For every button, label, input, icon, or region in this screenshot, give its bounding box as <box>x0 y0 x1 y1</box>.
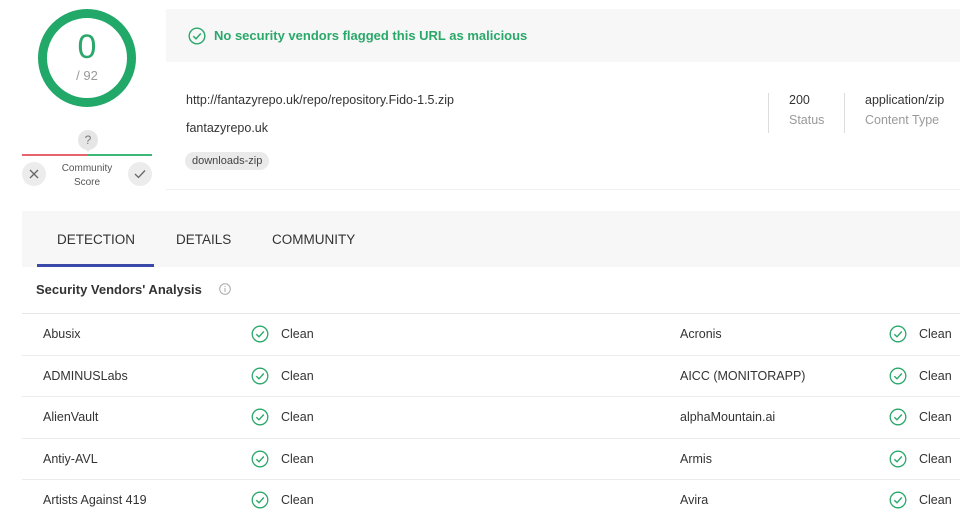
badge-pointer <box>84 147 92 152</box>
community-score-label: Community Score <box>52 162 122 190</box>
check-circle-icon <box>251 408 269 426</box>
table-row: Abusix Clean Acronis Clean <box>22 313 960 355</box>
vendor-result: Clean <box>251 408 314 426</box>
content-type: application/zip Content Type <box>844 93 954 133</box>
result-label: Clean <box>281 493 314 507</box>
check-circle-icon <box>889 491 907 509</box>
check-circle-icon <box>251 325 269 343</box>
community-label-line1: Community <box>61 163 113 174</box>
check-circle-icon <box>889 367 907 384</box>
vendor-name: Antiy-AVL <box>43 451 98 466</box>
vendor-result: Clean <box>889 367 952 385</box>
report-tabs: DETECTION DETAILS COMMUNITY <box>22 211 960 267</box>
vendor-name: AlienVault <box>43 410 99 424</box>
vote-harmless-button[interactable] <box>128 162 152 186</box>
check-circle-icon <box>889 325 907 343</box>
vendor-result: Clean <box>889 450 952 468</box>
vendor-name: Avira <box>680 493 709 507</box>
check-circle-icon <box>251 450 269 467</box>
check-circle-icon <box>251 491 269 509</box>
community-score-bar <box>22 154 152 156</box>
http-status: 200 Status <box>768 93 842 133</box>
vendor-name: ADMINUSLabs <box>43 368 128 383</box>
community-bar-positive <box>87 154 152 156</box>
table-row: Antiy-AVL Clean Armis Clean <box>22 437 960 480</box>
table-row: ADMINUSLabs Clean AICC (MONITORAPP) Clea… <box>22 354 960 397</box>
tab-detection[interactable]: DETECTION <box>22 211 176 267</box>
vendors-table: Abusix Clean Acronis Clean ADMINUSLabs C… <box>22 313 960 520</box>
table-row: Artists Against 419 Clean Avira Clean <box>22 479 960 520</box>
verdict-banner: No security vendors flagged this URL as … <box>166 9 960 62</box>
result-label: Clean <box>281 410 314 424</box>
result-label: Clean <box>281 368 314 383</box>
status-value: 200 <box>789 93 810 107</box>
vendor-result: Clean <box>251 450 314 468</box>
content-type-label: Content Type <box>865 113 940 127</box>
result-label: Clean <box>919 327 952 341</box>
detection-count: 0 <box>77 27 97 66</box>
tag-badge[interactable]: downloads-zip <box>185 152 270 170</box>
result-label: Clean <box>919 410 952 424</box>
vendor-result: Clean <box>889 491 952 509</box>
result-label: Clean <box>919 451 952 466</box>
check-circle-icon <box>889 450 907 467</box>
vendor-name: Artists Against 419 <box>43 493 147 507</box>
vendor-result: Clean <box>251 367 314 385</box>
result-label: Clean <box>919 368 952 383</box>
tab-details[interactable]: DETAILS <box>176 211 272 267</box>
close-icon <box>29 169 39 179</box>
community-score: ? Community Score <box>22 128 152 190</box>
table-row: AlienVault Clean alphaMountain.ai Clean <box>22 396 960 438</box>
community-bar-negative <box>22 154 87 156</box>
verdict-text: No security vendors flagged this URL as … <box>214 28 528 43</box>
url-info-panel: http://fantazyrepo.uk/repo/repository.Fi… <box>166 62 960 190</box>
vendor-name: Acronis <box>680 327 722 341</box>
community-label-line2: Score <box>73 177 101 188</box>
vendor-result: Clean <box>889 325 952 343</box>
check-circle-icon <box>251 367 269 384</box>
vote-malicious-button[interactable] <box>22 162 46 186</box>
vendor-result: Clean <box>889 408 952 426</box>
result-label: Clean <box>281 327 314 341</box>
vendor-result: Clean <box>251 491 314 509</box>
section-title: Security Vendors' Analysis <box>36 282 202 297</box>
vendor-name: AICC (MONITORAPP) <box>680 368 806 383</box>
tab-community[interactable]: COMMUNITY <box>272 211 392 267</box>
result-label: Clean <box>281 451 314 466</box>
vendor-result: Clean <box>251 325 314 343</box>
check-circle-icon <box>188 26 206 45</box>
vendor-name: Abusix <box>43 327 81 341</box>
vendor-name: Armis <box>680 451 712 466</box>
info-icon[interactable] <box>219 283 231 295</box>
check-circle-icon <box>889 408 907 426</box>
scanned-url[interactable]: http://fantazyrepo.uk/repo/repository.Fi… <box>186 93 454 107</box>
vendor-name: alphaMountain.ai <box>680 410 776 424</box>
check-icon <box>134 170 146 179</box>
url-domain[interactable]: fantazyrepo.uk <box>186 121 268 135</box>
content-type-value: application/zip <box>865 93 945 107</box>
result-label: Clean <box>919 493 952 507</box>
total-engines: / 92 <box>76 67 98 83</box>
detection-score-ring: 0 / 92 <box>38 9 136 107</box>
status-label: Status <box>789 113 825 127</box>
